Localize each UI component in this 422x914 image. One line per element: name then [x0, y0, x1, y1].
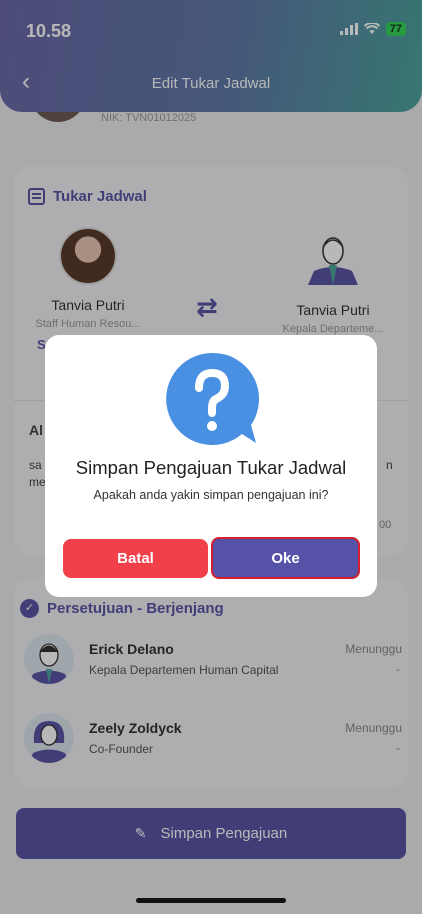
confirm-dialog: Simpan Pengajuan Tukar Jadwal Apakah and…: [45, 335, 377, 597]
dialog-title: Simpan Pengajuan Tukar Jadwal: [75, 457, 347, 478]
confirm-button[interactable]: Oke: [211, 537, 360, 579]
question-bubble-icon: [166, 352, 260, 445]
home-indicator[interactable]: [136, 898, 286, 903]
cancel-button[interactable]: Batal: [63, 539, 208, 578]
dialog-message: Apakah anda yakin simpan pengajuan ini?: [93, 488, 329, 502]
